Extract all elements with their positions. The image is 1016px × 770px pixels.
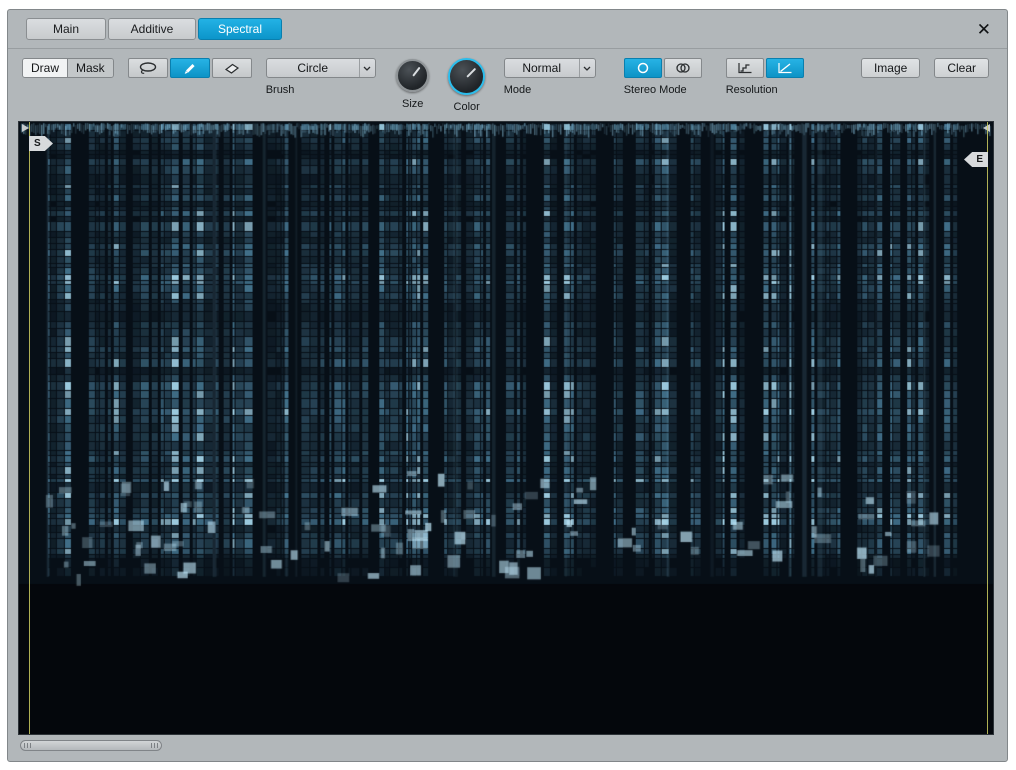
knob-pointer [466,67,476,77]
tab-main[interactable]: Main [26,18,106,40]
pencil-tool-button[interactable] [170,58,210,78]
start-locator-line [29,122,30,734]
stereo-mode-label: Stereo Mode [624,84,702,96]
mode-select-value: Normal [505,61,579,75]
loop-start-triangle-icon[interactable] [22,124,29,132]
tab-additive[interactable]: Additive [108,18,196,40]
view-tabs: Main Additive Spectral [26,18,282,40]
color-knob[interactable] [448,58,485,95]
size-label: Size [402,98,423,110]
resolution-low-button[interactable] [726,58,764,78]
toolbar: Draw Mask [8,49,1007,113]
spectrogram-canvas[interactable] [19,122,993,734]
size-knob[interactable] [396,59,429,92]
stereo-mono-button[interactable] [624,58,662,78]
stereo-mode-buttons [624,58,702,78]
stereo-mode-control: Stereo Mode [624,58,702,96]
spectrogram-view[interactable]: S E [18,121,994,735]
tab-bar: Main Additive Spectral ✕ [8,10,1007,49]
lasso-tool-button[interactable] [128,58,168,78]
mono-circle-icon [634,61,652,75]
mask-button[interactable]: Mask [67,59,113,77]
spectral-editor-window: Main Additive Spectral ✕ Draw Mask [7,9,1008,762]
clear-button[interactable]: Clear [934,58,989,78]
eraser-tool-button[interactable] [212,58,252,78]
pencil-icon [180,61,200,76]
chevron-down-icon [359,59,375,77]
lasso-icon [138,61,158,76]
resolution-high-button[interactable] [766,58,804,78]
draw-button[interactable]: Draw [23,59,67,77]
scrollbar-grip-left[interactable] [24,743,31,748]
knob-pointer [412,66,420,76]
close-icon[interactable]: ✕ [977,21,991,38]
eraser-icon [222,61,242,76]
tab-spectral[interactable]: Spectral [198,18,282,40]
color-control: Color [442,58,492,113]
mode-select[interactable]: Normal [504,58,596,78]
brush-control: Circle Brush [266,58,376,96]
stereo-stereo-button[interactable] [664,58,702,78]
resolution-buttons [726,58,804,78]
chevron-down-icon [579,59,595,77]
stepped-graph-icon [736,61,754,75]
size-control: Size [390,58,436,110]
scrollbar-grip-right[interactable] [151,743,158,748]
mode-control: Normal Mode [504,58,596,96]
horizontal-zoom-scrollbar[interactable] [20,740,162,751]
end-locator-line [987,122,988,734]
resolution-control: Resolution [726,58,804,96]
color-label: Color [454,101,480,113]
bottom-bar [8,735,1007,761]
smooth-graph-icon [776,61,794,75]
brush-select-value: Circle [267,61,359,75]
stereo-circles-icon [673,61,693,75]
brush-select[interactable]: Circle [266,58,376,78]
brush-label: Brush [266,84,376,96]
image-button[interactable]: Image [861,58,920,78]
resolution-label: Resolution [726,84,804,96]
draw-mask-toggle: Draw Mask [22,58,114,78]
mode-label: Mode [504,84,596,96]
paint-tool-group [128,58,252,78]
